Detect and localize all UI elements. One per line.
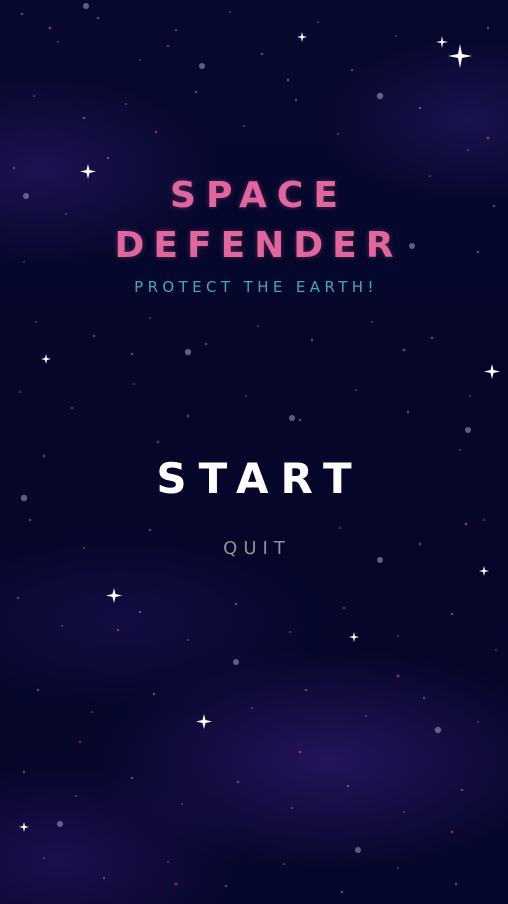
game-title-line1: SPACE: [170, 175, 348, 216]
main-menu: START QUIT: [0, 458, 508, 558]
title-block: SPACE DEFENDER PROTECT THE EARTH!: [0, 175, 508, 297]
starfield-background: [13, 3, 500, 893]
main-menu-screen: SPACE DEFENDER PROTECT THE EARTH! START …: [0, 0, 508, 904]
start-button[interactable]: START: [144, 458, 363, 500]
game-subtitle: PROTECT THE EARTH!: [134, 278, 378, 296]
quit-button[interactable]: QUIT: [217, 540, 291, 558]
game-title-line2: DEFENDER: [114, 225, 403, 266]
